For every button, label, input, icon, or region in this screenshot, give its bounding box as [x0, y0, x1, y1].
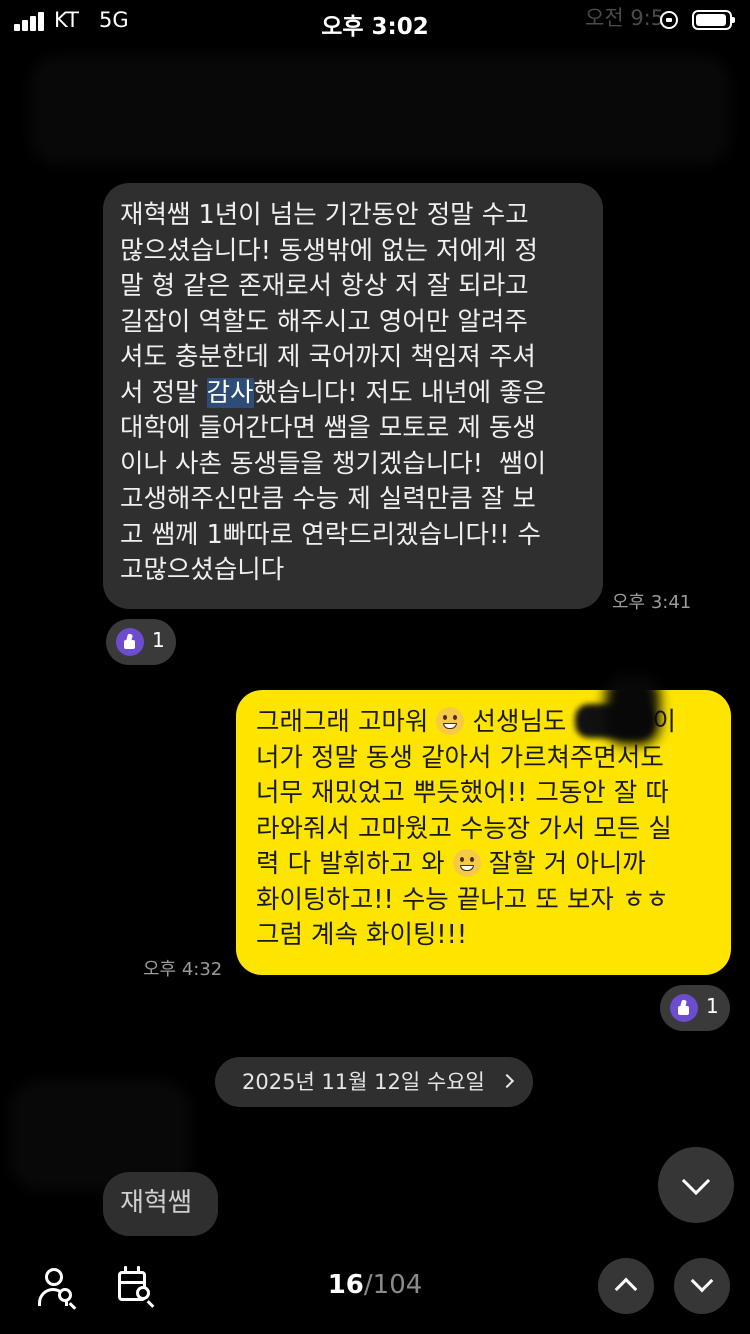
smiling-face-emoji: [452, 849, 481, 877]
next-result-button[interactable]: [674, 1258, 730, 1314]
rotation-lock-icon: [660, 11, 678, 29]
prev-result-button[interactable]: [598, 1258, 654, 1314]
reaction-badge[interactable]: 1: [660, 985, 730, 1031]
scroll-down-button[interactable]: [658, 1147, 734, 1223]
chevron-down-icon: [681, 1166, 711, 1196]
chevron-right-icon: [499, 1073, 515, 1089]
incoming-message-bubble[interactable]: 재혁쌤: [103, 1172, 218, 1236]
date-divider[interactable]: 2025년 11월 12일 수요일: [215, 1057, 533, 1107]
status-bar: KT 5G 오후 3:02 오전 9:5: [0, 0, 750, 42]
chevron-up-icon: [614, 1277, 638, 1301]
message-time: 오후 3:41: [612, 592, 692, 613]
thumbs-up-icon: [116, 628, 144, 656]
message-time: 오후 4:32: [143, 959, 223, 980]
search-highlight: 감사: [206, 377, 254, 408]
incoming-message-bubble[interactable]: 재혁쌤 1년이 넘는 기간동안 정말 수고 많으셨습니다! 동생밖에 없는 저에…: [103, 183, 603, 609]
grinning-face-emoji: [436, 707, 465, 735]
thumbs-up-icon: [670, 994, 698, 1022]
battery-icon: [692, 10, 735, 30]
reaction-badge[interactable]: 1: [106, 619, 176, 665]
redacted-area: [30, 55, 730, 165]
background-time: 오전 9:5: [585, 6, 665, 30]
redacted-area: [605, 675, 660, 745]
chevron-down-icon: [690, 1269, 714, 1293]
